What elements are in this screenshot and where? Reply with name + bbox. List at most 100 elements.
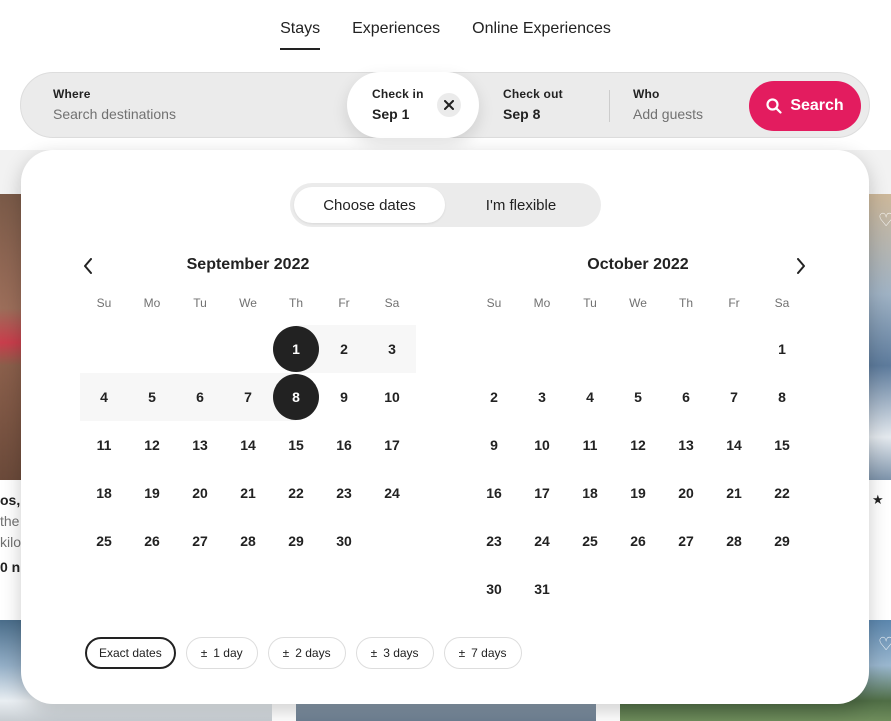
day-cell[interactable]: 3: [518, 373, 566, 421]
day-number: 19: [630, 485, 646, 501]
exact-dates-chip[interactable]: Exact dates: [85, 637, 176, 669]
clear-checkin-button[interactable]: [437, 93, 461, 117]
day-cell[interactable]: 27: [176, 517, 224, 565]
day-cell[interactable]: 9: [320, 373, 368, 421]
day-cell[interactable]: 2: [320, 325, 368, 373]
day-number: 9: [490, 437, 498, 453]
listing-subtitle: the: [0, 513, 20, 529]
empty-day-cell: [80, 325, 128, 373]
day-cell[interactable]: 6: [662, 373, 710, 421]
heart-icon[interactable]: ♡: [878, 211, 891, 229]
day-cell[interactable]: 31: [518, 565, 566, 613]
day-cell-selected[interactable]: 1: [272, 325, 320, 373]
day-cell[interactable]: 26: [614, 517, 662, 565]
where-field[interactable]: Where Search destinations: [21, 73, 347, 137]
day-cell[interactable]: 17: [368, 421, 416, 469]
listing-photo[interactable]: [0, 194, 22, 480]
search-button[interactable]: Search: [749, 81, 861, 131]
flex-days-chip[interactable]: ±7 days: [443, 637, 522, 669]
day-number: 10: [534, 437, 550, 453]
day-cell[interactable]: 28: [710, 517, 758, 565]
day-cell[interactable]: 29: [758, 517, 806, 565]
search-button-label: Search: [790, 97, 844, 114]
day-cell[interactable]: 10: [368, 373, 416, 421]
day-cell[interactable]: 4: [566, 373, 614, 421]
day-cell[interactable]: 14: [710, 421, 758, 469]
day-cell[interactable]: 17: [518, 469, 566, 517]
day-grid: 1 2 3 4 5 6 7 8 9 10 11 12 13 14 15 16 17 18 19 20 21 22 23 24 2…: [80, 325, 416, 565]
tab-stays[interactable]: Stays: [280, 20, 321, 50]
day-cell[interactable]: 21: [224, 469, 272, 517]
day-cell[interactable]: 24: [368, 469, 416, 517]
day-cell[interactable]: 20: [176, 469, 224, 517]
day-cell[interactable]: 15: [758, 421, 806, 469]
day-cell[interactable]: 27: [662, 517, 710, 565]
week-row: 9 10 11 12 13 14 15: [470, 421, 806, 469]
day-cell[interactable]: 22: [272, 469, 320, 517]
weekday-label: Tu: [193, 296, 207, 310]
day-cell[interactable]: 14: [224, 421, 272, 469]
day-number: 31: [534, 581, 550, 597]
heart-icon[interactable]: ♡: [878, 635, 891, 653]
day-cell[interactable]: 30: [320, 517, 368, 565]
day-cell[interactable]: 19: [614, 469, 662, 517]
day-cell[interactable]: 16: [320, 421, 368, 469]
flex-days-chip[interactable]: ±1 day: [185, 637, 258, 669]
day-cell[interactable]: 9: [470, 421, 518, 469]
day-cell[interactable]: 23: [470, 517, 518, 565]
day-cell[interactable]: 12: [614, 421, 662, 469]
checkout-field[interactable]: Check out Sep 8: [479, 73, 609, 137]
day-cell[interactable]: 4: [80, 373, 128, 421]
day-cell-selected[interactable]: 8: [272, 373, 320, 421]
day-cell[interactable]: 16: [470, 469, 518, 517]
day-cell[interactable]: 18: [80, 469, 128, 517]
tab-experiences[interactable]: Experiences: [352, 20, 440, 50]
tab-online-experiences[interactable]: Online Experiences: [472, 20, 611, 50]
date-mode-toggle: Choose dates I'm flexible: [290, 183, 601, 227]
day-number: 25: [582, 533, 598, 549]
day-cell[interactable]: 13: [662, 421, 710, 469]
day-cell[interactable]: 18: [566, 469, 614, 517]
flexible-option[interactable]: I'm flexible: [445, 187, 597, 223]
day-cell[interactable]: 21: [710, 469, 758, 517]
day-number: 16: [486, 485, 502, 501]
day-cell[interactable]: 5: [128, 373, 176, 421]
day-cell[interactable]: 23: [320, 469, 368, 517]
day-number: 26: [144, 533, 160, 549]
day-cell[interactable]: 26: [128, 517, 176, 565]
day-cell[interactable]: 3: [368, 325, 416, 373]
day-number: 24: [384, 485, 400, 501]
day-cell[interactable]: 5: [614, 373, 662, 421]
day-number: 13: [192, 437, 208, 453]
day-cell[interactable]: 11: [80, 421, 128, 469]
flex-days-chip[interactable]: ±2 days: [267, 637, 346, 669]
day-cell[interactable]: 25: [566, 517, 614, 565]
day-cell[interactable]: 22: [758, 469, 806, 517]
day-number: 25: [96, 533, 112, 549]
day-cell[interactable]: 28: [224, 517, 272, 565]
listing-photo[interactable]: ♡: [868, 194, 891, 480]
day-cell[interactable]: 30: [470, 565, 518, 613]
day-cell[interactable]: 13: [176, 421, 224, 469]
day-cell[interactable]: 2: [470, 373, 518, 421]
day-cell[interactable]: 11: [566, 421, 614, 469]
day-cell[interactable]: 10: [518, 421, 566, 469]
day-cell[interactable]: 15: [272, 421, 320, 469]
day-cell[interactable]: 20: [662, 469, 710, 517]
day-cell[interactable]: 19: [128, 469, 176, 517]
checkin-field[interactable]: Check in Sep 1: [347, 72, 479, 138]
day-cell[interactable]: 12: [128, 421, 176, 469]
flex-days-chip[interactable]: ±3 days: [355, 637, 434, 669]
day-cell[interactable]: 6: [176, 373, 224, 421]
day-cell[interactable]: 29: [272, 517, 320, 565]
day-cell[interactable]: 25: [80, 517, 128, 565]
choose-dates-option[interactable]: Choose dates: [294, 187, 445, 223]
weekday-label: Fr: [728, 296, 740, 310]
day-cell[interactable]: 1: [758, 325, 806, 373]
day-cell[interactable]: 7: [224, 373, 272, 421]
day-cell[interactable]: 7: [710, 373, 758, 421]
plus-minus-icon: ±: [282, 646, 290, 660]
who-field[interactable]: Who Add guests: [610, 73, 750, 137]
day-cell[interactable]: 24: [518, 517, 566, 565]
day-cell[interactable]: 8: [758, 373, 806, 421]
